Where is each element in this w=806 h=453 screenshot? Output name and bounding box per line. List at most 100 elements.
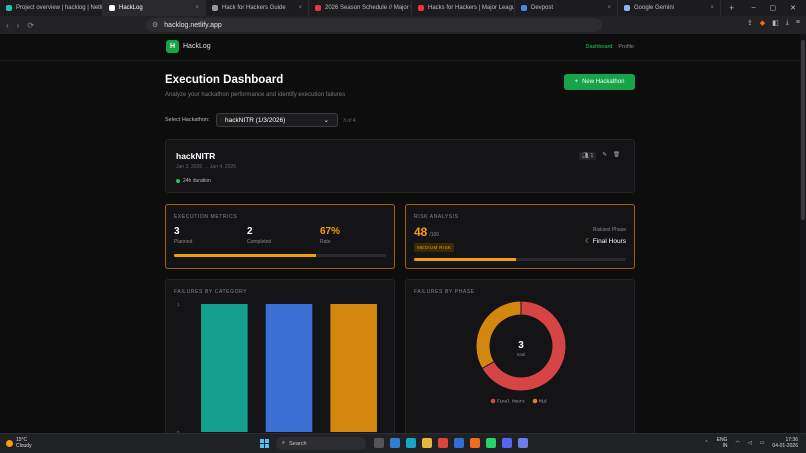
- new-hackathon-button[interactable]: + New Hackathon: [564, 74, 635, 90]
- app-icon[interactable]: [518, 438, 528, 448]
- moon-icon: ☾: [585, 238, 591, 245]
- back-icon[interactable]: ‹: [6, 21, 9, 30]
- browser-tab[interactable]: Devpost ×: [515, 0, 618, 16]
- page-scrollbar[interactable]: [800, 34, 806, 433]
- tab-favicon-icon: [418, 5, 424, 11]
- menu-icon[interactable]: ≡: [796, 19, 800, 27]
- new-tab-icon[interactable]: +: [721, 3, 742, 13]
- close-icon[interactable]: ×: [195, 5, 199, 11]
- site-info-icon[interactable]: ⚙: [152, 21, 158, 29]
- browser-tab[interactable]: Google Gemini ×: [618, 0, 721, 16]
- risk-score-value: 48: [414, 225, 428, 239]
- close-window-icon[interactable]: ✕: [790, 4, 796, 12]
- share-icon[interactable]: ⇪: [747, 19, 753, 27]
- browser-tab[interactable]: 2026 Season Schedule // Major Leag×: [309, 0, 412, 16]
- new-hackathon-label: New Hackathon: [582, 79, 625, 85]
- donut-total-value: 3: [518, 340, 524, 351]
- brave-shield-icon[interactable]: ◆: [760, 19, 765, 27]
- members-count: 1: [590, 153, 594, 159]
- bar-tech: [265, 304, 313, 432]
- hackathon-select[interactable]: hackNITR (1/3/2026) ⌄: [216, 113, 338, 127]
- brave-icon[interactable]: [470, 438, 480, 448]
- wifi-icon[interactable]: ◠: [735, 440, 739, 446]
- edit-icon[interactable]: ✎: [602, 152, 607, 160]
- logo[interactable]: H: [166, 40, 179, 53]
- search-icon: ⌕: [282, 440, 286, 446]
- browser-tab[interactable]: HackLog ×: [103, 0, 206, 16]
- store-icon[interactable]: [454, 438, 464, 448]
- hackathon-dates: Jan 3, 2026 → Jan 4, 2026: [176, 164, 237, 170]
- risk-badge: MEDIUM RISK: [414, 243, 455, 252]
- taskbar-search[interactable]: ⌕ Search: [276, 437, 366, 450]
- users-icon: 👥︎: [581, 153, 589, 159]
- system-tray: ⌃ ENG IN ◠ ◁ ▭ 17:36 04-01-2026: [704, 437, 798, 449]
- chevron-up-icon[interactable]: ⌃: [704, 440, 708, 446]
- browser-tab[interactable]: Project overview | hacklog | Netlify×: [0, 0, 103, 16]
- browser-tab[interactable]: Hack for Hackers Guide ×: [206, 0, 309, 16]
- legend-label: Mid: [539, 400, 547, 405]
- riskiest-phase-text: Final Hours: [592, 238, 626, 245]
- chrome-icon[interactable]: [438, 438, 448, 448]
- completed-label: Completed: [247, 239, 272, 245]
- riskiest-phase-value: ☾ Final Hours: [585, 237, 626, 245]
- weather-icon: [6, 439, 13, 447]
- bar-time: [330, 304, 377, 432]
- clock[interactable]: 17:36 04-01-2026: [772, 437, 798, 449]
- clock-date: 04-01-2026: [772, 443, 798, 449]
- rate-value: 67%: [320, 226, 341, 237]
- rate-metric: 67% Rate: [320, 226, 340, 245]
- vscode-icon[interactable]: [390, 438, 400, 448]
- forward-icon[interactable]: ›: [17, 21, 20, 30]
- chevron-down-icon: ⌄: [323, 117, 329, 124]
- window-controls: – ▢ ✕: [752, 4, 806, 12]
- taskbar-apps: [374, 438, 528, 448]
- plus-icon: +: [574, 79, 579, 85]
- browser-tab-bar: Project overview | hacklog | Netlify×Hac…: [0, 0, 806, 16]
- task-view-icon[interactable]: [374, 438, 384, 448]
- risk-progress-fill: [414, 258, 516, 261]
- battery-icon[interactable]: ▭: [760, 440, 765, 446]
- reload-icon[interactable]: ⟳: [27, 21, 34, 30]
- whatsapp-icon[interactable]: [486, 438, 496, 448]
- maximize-icon[interactable]: ▢: [770, 4, 777, 12]
- file-explorer-icon[interactable]: [422, 438, 432, 448]
- url-field[interactable]: ⚙ hacklog.netlify.app: [146, 18, 602, 32]
- language-indicator[interactable]: ENG IN: [717, 437, 728, 449]
- volume-icon[interactable]: ◁: [748, 440, 752, 446]
- discord-icon[interactable]: [502, 438, 512, 448]
- legend-swatch: [490, 398, 496, 404]
- bar-team: [201, 304, 248, 432]
- scrollbar-thumb[interactable]: [801, 40, 805, 220]
- status-dot: [176, 179, 180, 183]
- execution-metrics-card: EXECUTION METRICS 3 Planned 2 Completed …: [165, 204, 395, 269]
- edge-icon[interactable]: [406, 438, 416, 448]
- windows-start-icon[interactable]: [260, 439, 269, 448]
- close-icon[interactable]: ×: [710, 5, 714, 11]
- downloads-icon[interactable]: ⤓: [786, 19, 789, 27]
- trash-icon[interactable]: 🗑︎: [613, 152, 620, 160]
- brand-name[interactable]: HackLog: [183, 43, 211, 50]
- execution-progress-fill: [174, 254, 317, 257]
- tab-favicon-icon: [315, 5, 321, 11]
- donut-total-label: total: [517, 352, 526, 357]
- region-text: IN: [722, 443, 728, 449]
- planned-value: 3: [174, 226, 180, 237]
- tab-favicon-icon: [521, 5, 527, 11]
- minimize-icon[interactable]: –: [752, 4, 756, 12]
- extensions-icon[interactable]: ◧: [772, 19, 779, 27]
- tab-favicon-icon: [624, 5, 630, 11]
- close-icon[interactable]: ×: [298, 5, 302, 11]
- nav-dashboard[interactable]: Dashboard: [585, 44, 612, 50]
- members-badge[interactable]: 👥︎ 1: [578, 152, 597, 160]
- tab-label: Google Gemini: [634, 5, 675, 11]
- browser-tab[interactable]: Hacks for Hackers | Major League H×: [412, 0, 515, 16]
- failures-by-phase-card: FAILURES BY PHASE 3 total Final Hours Mid: [405, 279, 635, 433]
- nav-profile[interactable]: Profile: [618, 44, 634, 50]
- tab-label: Hack for Hackers Guide: [222, 5, 286, 11]
- risk-analysis-card: RISK ANALYSIS 48/100 MEDIUM RISK Riskies…: [405, 204, 635, 269]
- nav-links: Dashboard Profile: [585, 44, 634, 50]
- execution-metrics-title: EXECUTION METRICS: [174, 214, 238, 220]
- weather-widget[interactable]: 15°C Cloudy: [6, 437, 32, 449]
- close-icon[interactable]: ×: [607, 5, 611, 11]
- hackathon-count: 3 of 4: [343, 118, 356, 124]
